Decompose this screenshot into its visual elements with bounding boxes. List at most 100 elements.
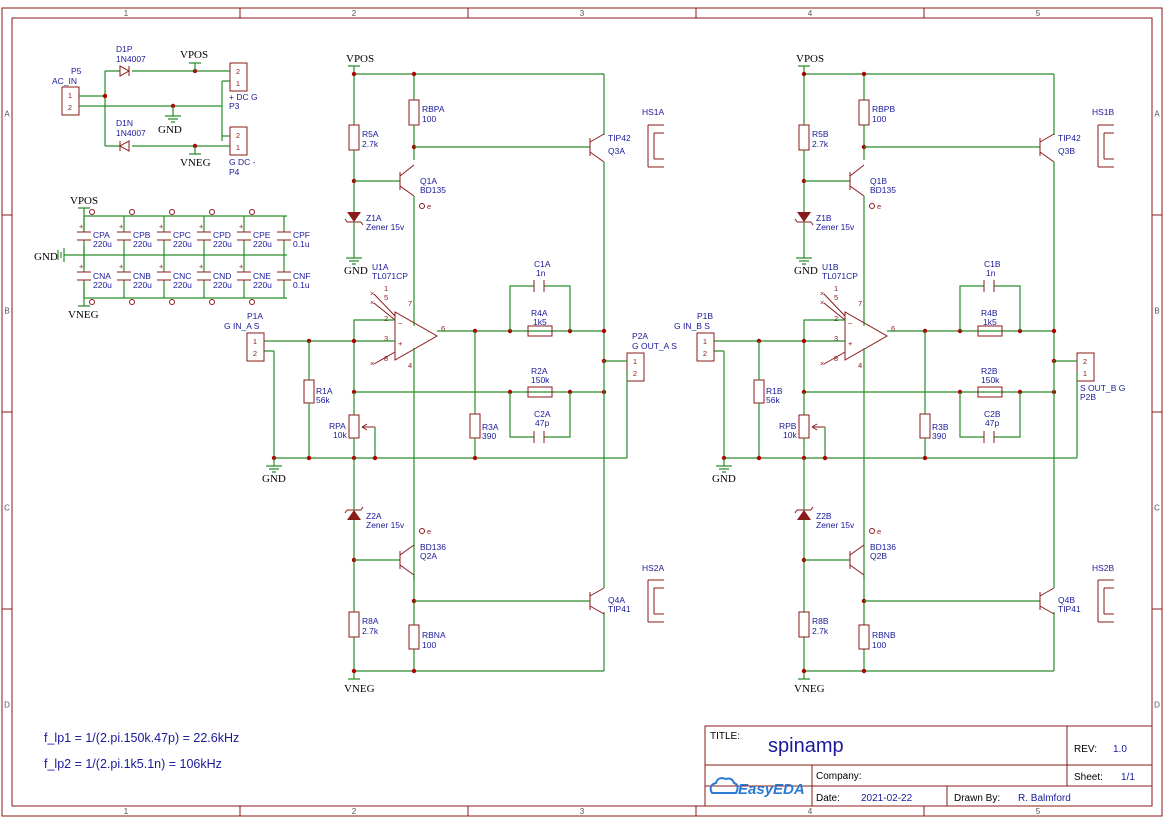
ruler-col-bottom: 2 [352, 807, 357, 816]
d1n-value: 1N4007 [116, 128, 146, 138]
r5-value: 2.7k [812, 139, 829, 149]
svg-text:2: 2 [68, 103, 72, 112]
svg-text:3: 3 [384, 334, 388, 343]
hs2-ref: HS2A [642, 563, 665, 573]
svg-text:×: × [820, 359, 824, 368]
title-block: TITLE: spinamp REV: 1.0 Company: Sheet: … [704, 725, 1153, 807]
p4-name: G DC - [229, 157, 256, 167]
r2-value: 150k [981, 375, 1000, 385]
svg-text:1: 1 [384, 284, 388, 293]
q1-value: BD135 [870, 185, 896, 195]
hs1-ref: HS1A [642, 107, 665, 117]
svg-text:−: − [848, 319, 853, 328]
svg-text:×: × [370, 298, 374, 307]
r4-value: 1k5 [533, 317, 547, 327]
c1-value: 1n [986, 268, 996, 278]
svg-text:×: × [370, 289, 374, 298]
p2-ref: P2B [1080, 392, 1096, 402]
rail-vpos-label: VPOS [346, 53, 374, 65]
svg-text:2: 2 [236, 67, 240, 76]
svg-text:+: + [79, 222, 84, 231]
r1-value: 56k [766, 395, 780, 405]
svg-text:4: 4 [858, 361, 862, 370]
z1-value: Zener 15v [366, 222, 405, 232]
svg-text:EasyEDA: EasyEDA [738, 781, 805, 798]
svg-text:+: + [398, 339, 403, 348]
r8-ref: R8B [812, 616, 829, 626]
ruler-col-top: 1 [124, 9, 129, 18]
svg-text:+: + [239, 222, 244, 231]
svg-text:2: 2 [236, 131, 240, 140]
ruler-row-right: B [1154, 307, 1159, 316]
gnd-bottom-label: GND [712, 473, 736, 485]
rbn-ref: RBNA [422, 630, 446, 640]
p2-name: G OUT_A S [632, 341, 677, 351]
svg-text:+: + [159, 222, 164, 231]
rev-value: 1.0 [1113, 744, 1127, 755]
caps-vneg-label: VNEG [68, 309, 99, 321]
channel-b: VPOSVNEGR5B2.7kRBPB100Q1BBD135eTIP42Q3BH… [674, 53, 1125, 695]
p3-ref: P3 [229, 101, 240, 111]
ruler-col-bottom: 3 [580, 807, 585, 816]
q3-value: TIP42 [1058, 133, 1081, 143]
q4-value: TIP41 [1058, 604, 1081, 614]
r5-ref: R5A [362, 129, 379, 139]
svg-text:1: 1 [703, 337, 707, 346]
p1-name: G IN_A S [224, 321, 260, 331]
ruler-row-left: C [4, 504, 10, 513]
gnd-label: GND [158, 124, 182, 136]
r5-value: 2.7k [362, 139, 379, 149]
svg-text:+: + [239, 262, 244, 271]
svg-text:1: 1 [834, 284, 838, 293]
channel-a: VPOSVNEGR5A2.7kRBPA100Q1ABD135eTIP42Q3AH… [224, 53, 677, 695]
z2-value: Zener 15v [366, 520, 405, 530]
svg-text:1: 1 [253, 337, 257, 346]
svg-text:5: 5 [384, 293, 388, 302]
rp-value: 10k [333, 430, 347, 440]
svg-text:5: 5 [834, 293, 838, 302]
z2-value: Zener 15v [816, 520, 855, 530]
company-label: Company: [816, 771, 862, 782]
r3-value: 390 [482, 431, 496, 441]
svg-text:2: 2 [834, 314, 838, 323]
cap-bottom-value: 0.1u [293, 280, 310, 290]
p1-name: G IN_B S [674, 321, 710, 331]
c2-value: 47p [985, 418, 999, 428]
p1-ref: P1B [697, 311, 713, 321]
hs1-ref: HS1B [1092, 107, 1115, 117]
svg-text:×: × [370, 359, 374, 368]
svg-text:1: 1 [236, 79, 240, 88]
cap-top-value: 220u [213, 239, 232, 249]
gnd-bottom-label: GND [262, 473, 286, 485]
rbn-ref: RBNB [872, 630, 896, 640]
rbp-value: 100 [872, 114, 886, 124]
easyeda-logo: EasyEDA [709, 777, 805, 798]
svg-text:2: 2 [633, 369, 637, 378]
svg-text:7: 7 [858, 299, 862, 308]
q4-value: TIP41 [608, 604, 631, 614]
svg-text:2: 2 [384, 314, 388, 323]
p5-ref: P5 [71, 66, 82, 76]
svg-text:6: 6 [441, 324, 445, 333]
ruler-row-right: C [1154, 504, 1160, 513]
ruler-row-right: A [1154, 110, 1160, 119]
c1-value: 1n [536, 268, 546, 278]
rbn-value: 100 [872, 640, 886, 650]
z1-value: Zener 15v [816, 222, 855, 232]
svg-text:+: + [119, 222, 124, 231]
gnd-top-label: GND [344, 265, 368, 277]
vpos-label: VPOS [180, 49, 208, 61]
d1n-ref: D1N [116, 118, 133, 128]
r8-ref: R8A [362, 616, 379, 626]
p1-ref: P1A [247, 311, 263, 321]
cap-bottom-value: 220u [213, 280, 232, 290]
gnd-top-label: GND [794, 265, 818, 277]
u1-value: TL071CP [822, 271, 858, 281]
capacitor-bank: VPOS GND VNEG +CPA220u+CPB220u+CPC220u+C… [34, 195, 310, 321]
svg-text:×: × [820, 289, 824, 298]
ruler-col-bottom: 5 [1036, 807, 1041, 816]
c2-value: 47p [535, 418, 549, 428]
r5-ref: R5B [812, 129, 829, 139]
svg-text:6: 6 [891, 324, 895, 333]
sheet-value: 1/1 [1121, 772, 1135, 783]
